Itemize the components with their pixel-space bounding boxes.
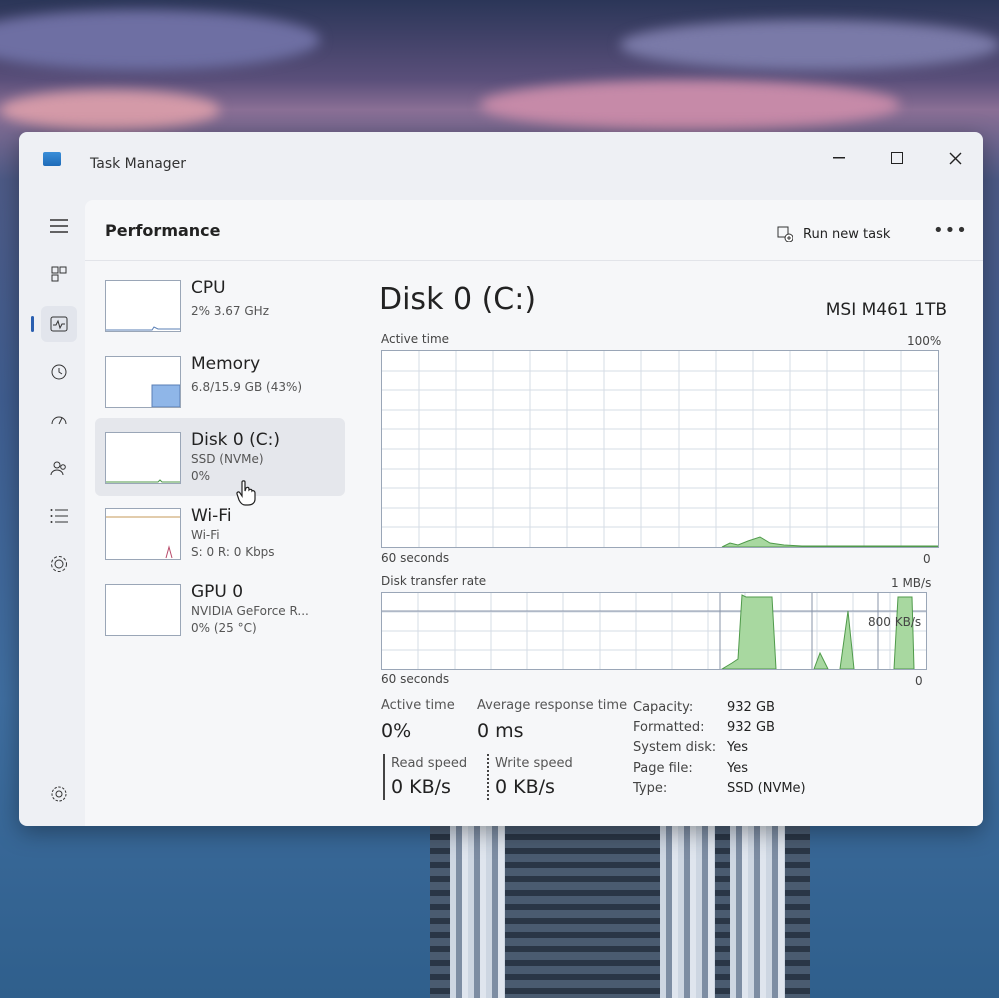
resource-name: Disk 0 (C:) [191,430,281,450]
run-task-icon [777,226,793,242]
resource-detail: 6.8/15.9 GB (43%) [191,380,303,394]
write-speed-label: Write speed [495,756,573,771]
transfer-rate-graph-duration: 60 seconds [381,672,450,686]
resource-name: GPU 0 [191,582,244,602]
disk-detail-pane: Disk 0 (C:) MSI M461 1TB Active time 100… [379,266,983,826]
active-time-stat-value: 0% [381,720,412,742]
settings-icon[interactable] [41,776,77,812]
minimize-button[interactable] [819,144,859,172]
run-new-task-label: Run new task [803,226,891,242]
wallpaper-dock [430,826,810,998]
resource-name: Wi-Fi [191,506,232,526]
title-bar[interactable]: Task Manager [19,132,983,188]
active-time-graph-max: 100% [907,334,942,348]
read-speed-value: 0 KB/s [391,776,451,798]
memory-thumbnail [105,356,181,408]
transfer-rate-graph-svg [382,593,926,670]
startup-apps-icon[interactable] [41,402,77,438]
avg-response-label: Average response time [477,698,628,713]
details-icon[interactable] [41,498,77,534]
more-options-button[interactable]: ••• [933,220,968,241]
type-label: Type: [633,781,668,796]
page-file-value: Yes [727,761,748,776]
performance-icon[interactable] [31,306,77,342]
wifi-thumbnail [105,508,181,560]
resource-usage: 0% [191,469,211,483]
active-time-stat-label: Active time [381,698,455,713]
resource-detail: 2% 3.67 GHz [191,304,270,318]
read-speed-label: Read speed [391,756,468,771]
services-icon[interactable] [41,546,77,582]
task-manager-window: Task Manager Performance Run new task ••… [19,132,983,826]
resource-item-cpu[interactable]: CPU 2% 3.67 GHz [95,266,345,344]
resource-detail: NVIDIA GeForce R... [191,604,309,618]
maximize-icon [891,152,903,164]
window-title: Task Manager [90,156,187,172]
resource-detail: Wi-Fi [191,528,220,542]
hamburger-icon[interactable] [41,208,77,244]
resource-list: CPU 2% 3.67 GHz Memory 6.8/15.9 GB (43%)… [95,266,351,826]
transfer-rate-graph-max: 1 MB/s [891,576,932,590]
minimize-icon [833,157,845,159]
system-disk-value: Yes [727,740,748,755]
disk-title: Disk 0 (C:) [379,282,537,317]
read-speed-marker [383,754,385,800]
app-history-icon[interactable] [41,354,77,390]
transfer-rate-graph-label: Disk transfer rate [381,574,487,588]
capacity-value: 932 GB [727,700,775,715]
resource-item-gpu[interactable]: GPU 0 NVIDIA GeForce R... 0% (25 °C) [95,570,345,648]
resource-name: CPU [191,278,226,298]
resource-usage: S: 0 R: 0 Kbps [191,545,275,559]
gpu-thumbnail [105,584,181,636]
processes-icon[interactable] [41,256,77,292]
disk-model: MSI M461 1TB [825,300,947,320]
hand-cursor-icon [236,480,256,512]
write-speed-marker [487,754,489,800]
resource-usage: 0% (25 °C) [191,621,257,635]
resource-item-disk[interactable]: Disk 0 (C:) SSD (NVMe) 0% [95,418,345,496]
cpu-thumbnail [105,280,181,332]
resource-item-wifi[interactable]: Wi-Fi Wi-Fi S: 0 R: 0 Kbps [95,494,345,572]
avg-response-value: 0 ms [477,720,524,742]
task-manager-icon [43,152,61,166]
content-panel: Performance Run new task ••• CPU 2% 3.67… [85,200,983,826]
transfer-rate-graph: 800 KB/s [381,592,927,670]
resource-detail: SSD (NVMe) [191,452,264,466]
close-button[interactable] [935,144,975,172]
write-speed-value: 0 KB/s [495,776,555,798]
run-new-task-button[interactable]: Run new task [777,226,890,242]
transfer-rate-graph-mid: 800 KB/s [868,615,922,629]
formatted-label: Formatted: [633,720,705,735]
type-value: SSD (NVMe) [727,781,806,796]
page-file-label: Page file: [633,761,693,776]
disk-thumbnail [105,432,181,484]
capacity-label: Capacity: [633,700,694,715]
active-time-graph-min: 0 [923,552,931,566]
close-icon [949,152,961,164]
users-icon[interactable] [41,450,77,486]
maximize-button[interactable] [877,144,917,172]
active-time-graph [381,350,939,548]
transfer-rate-graph-min: 0 [915,674,923,688]
formatted-value: 932 GB [727,720,775,735]
active-time-graph-svg [382,351,939,548]
system-disk-label: System disk: [633,740,717,755]
resource-item-memory[interactable]: Memory 6.8/15.9 GB (43%) [95,342,345,420]
active-time-graph-label: Active time [381,332,450,346]
resource-name: Memory [191,354,261,374]
page-title: Performance [105,221,221,240]
page-header: Performance Run new task ••• [85,200,983,261]
active-time-graph-duration: 60 seconds [381,551,450,565]
